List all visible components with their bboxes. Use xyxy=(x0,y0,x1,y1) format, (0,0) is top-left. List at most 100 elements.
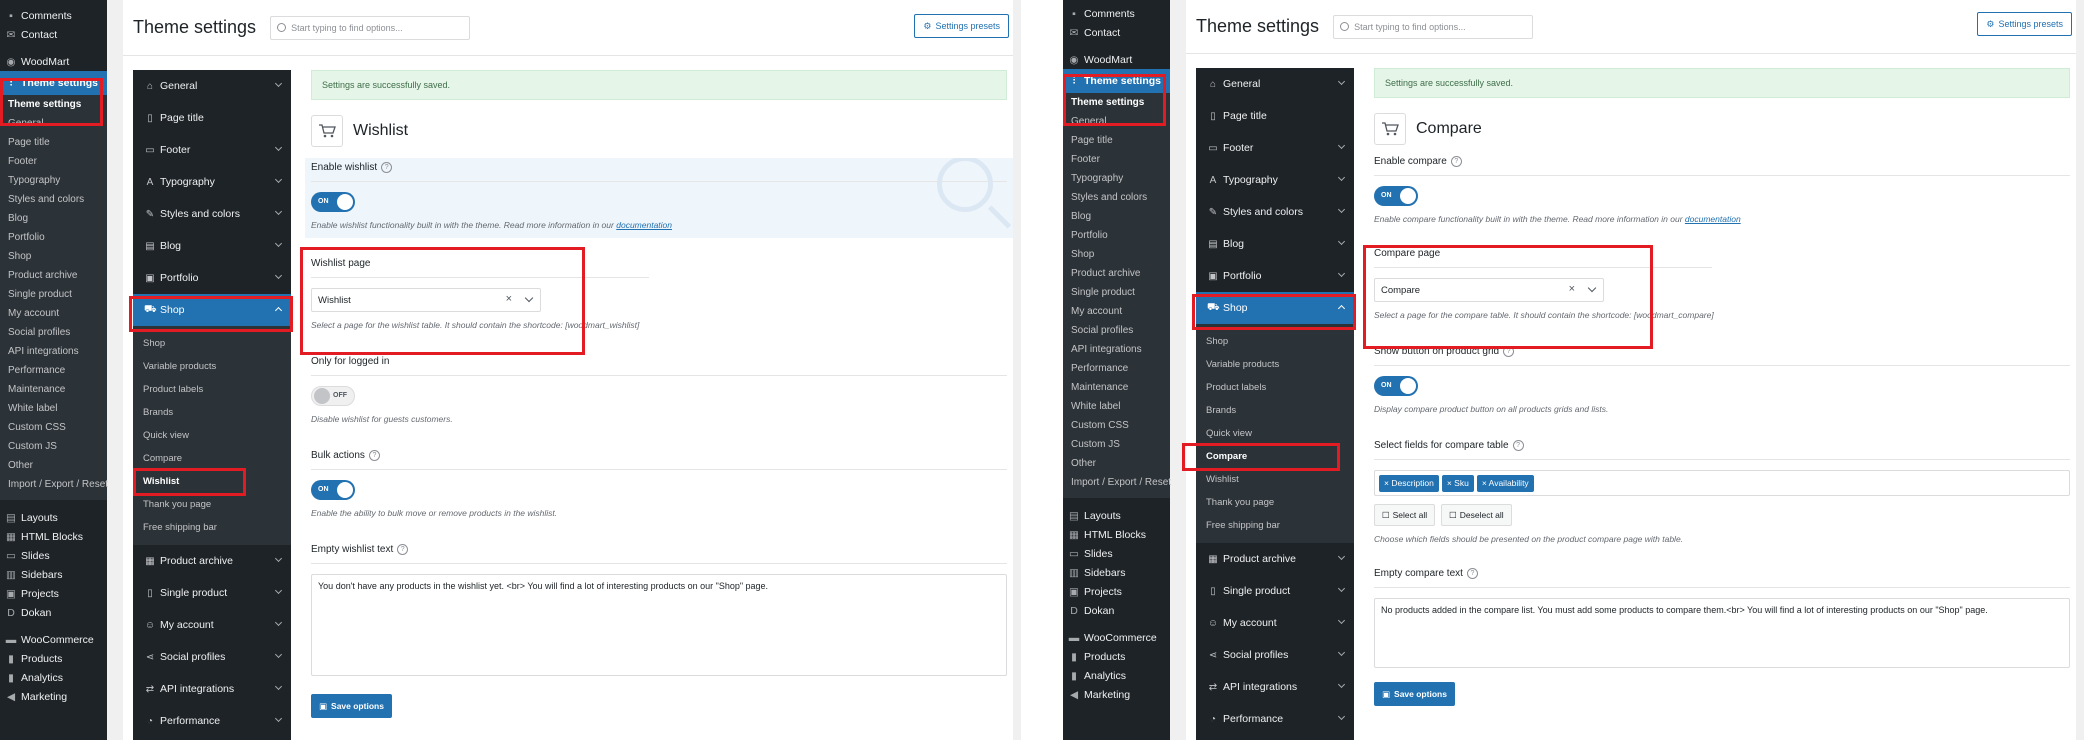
clear-icon[interactable]: × xyxy=(1569,283,1575,295)
field-tag[interactable]: × Availability xyxy=(1476,474,1534,492)
nav-item[interactable]: ⋖ Social profiles xyxy=(133,641,291,673)
nav-item[interactable]: ▤ Blog xyxy=(1196,228,1354,260)
nav-item[interactable]: ✎ Styles and colors xyxy=(1196,196,1354,228)
shop-subitem[interactable]: Quick view xyxy=(1196,422,1354,445)
wp-submenu-item[interactable]: General xyxy=(1063,112,1170,131)
help-icon[interactable]: ? xyxy=(1450,156,1462,167)
field-tag[interactable]: × Description xyxy=(1379,474,1439,492)
wp-submenu-item[interactable]: Maintenance xyxy=(1063,378,1170,397)
nav-item[interactable]: ▯ Page title xyxy=(133,102,291,134)
save-options-button[interactable]: ▣ Save options xyxy=(311,694,392,718)
nav-item-shop[interactable]: ⛟ Shop xyxy=(1196,292,1354,324)
wp-submenu-item[interactable]: Social profiles xyxy=(0,323,107,342)
wp-submenu-item[interactable]: Shop xyxy=(0,247,107,266)
empty-compare-textarea[interactable]: No products added in the compare list. Y… xyxy=(1374,598,2070,668)
wp-submenu-item[interactable]: White label xyxy=(0,399,107,418)
wp-menu-html-blocks[interactable]: ▦ HTML Blocks xyxy=(1063,525,1170,544)
search-input[interactable]: Start typing to find options... xyxy=(270,15,471,40)
shop-subitem[interactable]: Wishlist xyxy=(1196,468,1354,491)
shop-subitem[interactable]: Thank you page xyxy=(1196,491,1354,514)
wp-submenu-item[interactable]: API integrations xyxy=(0,342,107,361)
settings-presets-button[interactable]: ⚙ Settings presets xyxy=(914,14,1009,38)
wp-submenu-item[interactable]: Footer xyxy=(1063,150,1170,169)
wp-submenu-item[interactable]: Social profiles xyxy=(1063,321,1170,340)
nav-item[interactable]: A Typography xyxy=(1196,164,1354,196)
nav-item[interactable]: ☺ My account xyxy=(1196,607,1354,639)
search-input[interactable]: Start typing to find options... xyxy=(1333,14,1534,39)
wp-submenu-item[interactable]: Performance xyxy=(0,361,107,380)
clear-icon[interactable]: × xyxy=(506,293,512,305)
wp-submenu-item[interactable]: Theme settings xyxy=(0,95,107,114)
wp-submenu-item[interactable]: Import / Export / Reset xyxy=(0,475,108,494)
wp-submenu-item[interactable]: Typography xyxy=(1063,169,1170,188)
nav-item[interactable]: ▣ Portfolio xyxy=(133,262,291,294)
wp-submenu-item[interactable]: Portfolio xyxy=(1063,226,1170,245)
wp-submenu-item[interactable]: White label xyxy=(1063,397,1170,416)
wp-menu-marketing[interactable]: ◀ Marketing xyxy=(0,687,107,706)
help-icon[interactable]: ? xyxy=(1503,346,1515,357)
wp-submenu-item[interactable]: API integrations xyxy=(1063,340,1170,359)
wp-submenu-item[interactable]: Product archive xyxy=(0,266,107,285)
wp-submenu-item[interactable]: Blog xyxy=(1063,207,1170,226)
shop-subitem[interactable]: Variable products xyxy=(133,355,291,378)
wp-menu-woodmart[interactable]: ◉ WoodMart xyxy=(0,52,107,71)
shop-subitem-compare[interactable]: Compare xyxy=(1196,445,1354,468)
nav-item[interactable]: ▯ Page title xyxy=(1196,100,1354,132)
deselect-all-button[interactable]: ☐ Deselect all xyxy=(1441,504,1512,526)
shop-subitem[interactable]: Brands xyxy=(1196,399,1354,422)
nav-item[interactable]: ✎ Styles and colors xyxy=(133,198,291,230)
nav-item[interactable]: ☺ My account xyxy=(133,609,291,641)
wp-menu-sidebars[interactable]: ▥ Sidebars xyxy=(1063,563,1170,582)
wp-submenu-item[interactable]: Product archive xyxy=(1063,264,1170,283)
wp-submenu-item[interactable]: Footer xyxy=(0,152,107,171)
shop-subitem[interactable]: Quick view xyxy=(133,424,291,447)
wp-menu-slides[interactable]: ▭ Slides xyxy=(0,546,107,565)
logged-in-toggle[interactable]: OFF xyxy=(311,386,355,406)
field-tag[interactable]: × Sku xyxy=(1441,474,1474,492)
wp-submenu-item[interactable]: Maintenance xyxy=(0,380,107,399)
nav-item[interactable]: ▦ Product archive xyxy=(133,545,291,577)
shop-subitem[interactable]: Thank you page xyxy=(133,493,291,516)
nav-item-shop[interactable]: ⛟ Shop xyxy=(133,294,291,326)
wp-submenu-item[interactable]: Performance xyxy=(1063,359,1170,378)
wp-submenu-item[interactable]: Shop xyxy=(1063,245,1170,264)
show-button-toggle[interactable]: ON xyxy=(1374,376,1418,396)
nav-item[interactable]: ⌂ General xyxy=(1196,68,1354,100)
wp-submenu-item[interactable]: Typography xyxy=(0,171,107,190)
nav-item[interactable]: ▤ Blog xyxy=(133,230,291,262)
wp-menu-products[interactable]: ▮ Products xyxy=(1063,647,1170,666)
wp-submenu-item[interactable]: Other xyxy=(1063,454,1170,473)
wp-submenu-item[interactable]: General xyxy=(0,114,107,133)
empty-wishlist-textarea[interactable]: You don't have any products in the wishl… xyxy=(311,574,1007,676)
shop-subitem[interactable]: Brands xyxy=(133,401,291,424)
compare-page-select[interactable]: Compare × xyxy=(1374,278,1604,302)
wp-menu-dokan[interactable]: D Dokan xyxy=(0,603,107,622)
wp-menu-products[interactable]: ▮ Products xyxy=(0,649,107,668)
shop-subitem[interactable]: Product labels xyxy=(133,378,291,401)
shop-subitem[interactable]: Compare xyxy=(133,447,291,470)
nav-item[interactable]: ▯ Single product xyxy=(1196,575,1354,607)
help-icon[interactable]: ? xyxy=(368,450,380,461)
wp-submenu-item[interactable]: Custom CSS xyxy=(1063,416,1170,435)
wp-menu-slides[interactable]: ▭ Slides xyxy=(1063,544,1170,563)
wp-submenu-item[interactable]: Blog xyxy=(0,209,107,228)
wp-submenu-item[interactable]: My account xyxy=(1063,302,1170,321)
wp-menu-woocommerce[interactable]: ▬ WooCommerce xyxy=(0,630,107,649)
wp-menu-woocommerce[interactable]: ▬ WooCommerce xyxy=(1063,628,1170,647)
wp-menu-comments[interactable]: ▪ Comments xyxy=(1063,4,1170,23)
shop-subitem[interactable]: Free shipping bar xyxy=(133,516,291,539)
wp-submenu-item[interactable]: Other xyxy=(0,456,107,475)
wp-menu-analytics[interactable]: ▮ Analytics xyxy=(0,668,107,687)
help-icon[interactable]: ? xyxy=(1512,440,1524,451)
wp-submenu-item[interactable]: Single product xyxy=(1063,283,1170,302)
shop-subitem[interactable]: Product labels xyxy=(1196,376,1354,399)
help-icon[interactable]: ? xyxy=(1466,568,1478,579)
wp-submenu-item[interactable]: Styles and colors xyxy=(1063,188,1170,207)
nav-item[interactable]: ▣ Portfolio xyxy=(1196,260,1354,292)
wp-menu-woodmart[interactable]: ◉ WoodMart xyxy=(1063,50,1170,69)
help-icon[interactable]: ? xyxy=(397,544,409,555)
wp-menu-projects[interactable]: ▣ Projects xyxy=(1063,582,1170,601)
enable-compare-toggle[interactable]: ON xyxy=(1374,186,1418,206)
wp-menu-layouts[interactable]: ▤ Layouts xyxy=(0,508,107,527)
nav-item[interactable]: ▦ Product archive xyxy=(1196,543,1354,575)
